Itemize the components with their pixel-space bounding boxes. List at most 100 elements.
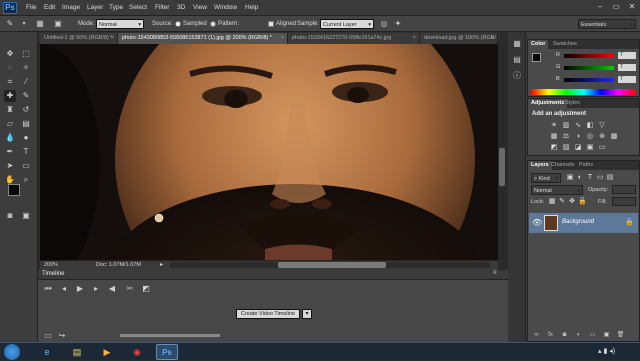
color-balance-icon[interactable]: ⚖	[562, 133, 570, 141]
crop-icon[interactable]: ⌗	[4, 76, 16, 88]
tab-styles[interactable]: Styles	[562, 99, 583, 108]
tray-icons[interactable]: ▴ ▮ ◂)	[598, 347, 615, 355]
history-panel-icon[interactable]: ▦	[511, 38, 523, 50]
file-explorer-icon[interactable]: ▤	[66, 344, 88, 360]
fg-color-chip[interactable]	[532, 53, 541, 62]
close-icon[interactable]: ✕	[624, 0, 640, 14]
add-mask-icon[interactable]: ◙	[560, 331, 569, 339]
eraser-icon[interactable]: ▱	[4, 118, 16, 130]
vertical-scroll-thumb[interactable]	[499, 148, 505, 186]
first-frame-icon[interactable]: ⏮	[42, 283, 54, 295]
media-player-icon[interactable]: ▶	[96, 344, 118, 360]
scissors-icon[interactable]: ✂	[124, 283, 136, 295]
transition-icon[interactable]: ◩	[140, 283, 152, 295]
layer-style-icon[interactable]: fx	[546, 331, 555, 339]
channel-mixer-icon[interactable]: ⊛	[598, 133, 606, 141]
r-value[interactable]: 7	[618, 52, 636, 59]
new-adjustment-icon[interactable]: ◐	[574, 331, 583, 339]
hue-saturation-icon[interactable]: ▦	[550, 133, 558, 141]
exposure-icon[interactable]: ◧	[586, 122, 594, 130]
blend-mode-dropdown[interactable]: Normal	[531, 185, 583, 196]
brush-panel-icon[interactable]: ▦	[34, 18, 46, 30]
black-white-icon[interactable]: ◑	[574, 133, 582, 141]
chrome-icon[interactable]: ◉	[126, 344, 148, 360]
gradient-map-icon[interactable]: ▭	[598, 144, 606, 152]
r-slider[interactable]	[564, 54, 614, 58]
brush-size-icon[interactable]: ▾	[18, 18, 30, 30]
brightness-icon[interactable]: ☀	[550, 122, 558, 130]
timeline-options-icon[interactable]: ▾	[302, 309, 312, 319]
threshold-icon[interactable]: ◪	[574, 144, 582, 152]
start-button-icon[interactable]	[4, 344, 20, 360]
minimize-icon[interactable]: –	[592, 0, 608, 14]
play-icon[interactable]: ▶	[74, 283, 86, 295]
b-slider[interactable]	[564, 78, 614, 82]
link-layers-icon[interactable]: ∞	[532, 331, 541, 339]
clone-stamp-icon[interactable]: ✎	[4, 18, 16, 30]
quick-mask-icon[interactable]: ◙	[4, 210, 16, 222]
next-frame-icon[interactable]: ▸	[90, 283, 102, 295]
gradient-icon[interactable]: ▤	[20, 118, 32, 130]
sampled-radio[interactable]	[175, 21, 181, 27]
zoom-icon[interactable]: ⌕	[20, 174, 32, 186]
selective-color-icon[interactable]: ▣	[586, 144, 594, 152]
opacity-field[interactable]	[612, 185, 636, 194]
color-spectrum[interactable]	[531, 89, 636, 95]
menu-3d[interactable]: 3D	[177, 3, 185, 13]
eyedropper-icon[interactable]: ⁄	[20, 76, 32, 88]
prev-frame-icon[interactable]: ◂	[58, 283, 70, 295]
filter-adjustment-icon[interactable]: ◐	[576, 174, 584, 182]
properties-panel-icon[interactable]: ▤	[511, 54, 523, 66]
close-tab-icon[interactable]: ×	[413, 33, 416, 44]
visibility-eye-icon[interactable]: 👁	[532, 218, 542, 227]
tab-color[interactable]: Color	[528, 40, 549, 49]
invert-icon[interactable]: ◩	[550, 144, 558, 152]
internet-explorer-icon[interactable]: e	[36, 344, 58, 360]
sample-dropdown[interactable]: Current Layer	[320, 19, 374, 30]
image-canvas[interactable]	[40, 44, 498, 260]
curves-icon[interactable]: ∿	[574, 122, 582, 130]
delete-layer-icon[interactable]: 🗑	[616, 331, 625, 339]
workspace-dropdown[interactable]: Essentials	[578, 19, 636, 30]
close-tab-icon[interactable]: ×	[111, 33, 114, 44]
layer-row-background[interactable]: 👁 Background 🔒	[529, 213, 638, 233]
lock-position-icon[interactable]: ✥	[568, 198, 576, 206]
pen-icon[interactable]: ✒	[4, 146, 16, 158]
tab-photo-active[interactable]: photo-1543080853-556086153871 (1).jpg @ …	[118, 33, 288, 44]
blur-icon[interactable]: 💧	[4, 132, 16, 144]
lock-pixels-icon[interactable]: ✎	[558, 198, 566, 206]
layer-filter-dropdown[interactable]: ⌕ Kind	[531, 173, 561, 184]
filter-pixel-icon[interactable]: ▣	[566, 174, 574, 182]
panel-menu-icon[interactable]: ≡	[493, 270, 497, 276]
history-brush-icon[interactable]: ↺	[20, 104, 32, 116]
tab-swatches[interactable]: Swatches	[550, 40, 580, 49]
zoom-level[interactable]: 200%	[44, 262, 58, 268]
marquee-icon[interactable]: ⬚	[20, 48, 32, 60]
horizontal-scroll-thumb[interactable]	[278, 262, 386, 268]
photoshop-taskbar-icon[interactable]: Ps	[156, 344, 178, 360]
tab-photo-2[interactable]: photo-1529416227270-05ffe151a74c.jpg ×	[288, 33, 420, 44]
render-icon[interactable]: ↪	[56, 330, 68, 342]
new-layer-icon[interactable]: ▣	[602, 331, 611, 339]
menu-file[interactable]: File	[26, 3, 36, 13]
g-slider[interactable]	[564, 66, 614, 70]
healing-icon[interactable]: ✚	[4, 90, 16, 102]
lasso-icon[interactable]: ◌	[4, 62, 16, 74]
status-menu-icon[interactable]: ▸	[160, 261, 163, 268]
clone-stamp-tool-icon[interactable]: ♜	[4, 104, 16, 116]
pattern-radio[interactable]	[210, 21, 216, 27]
quick-select-icon[interactable]: ✧	[20, 62, 32, 74]
color-lookup-icon[interactable]: ▩	[610, 133, 618, 141]
menu-edit[interactable]: Edit	[44, 3, 55, 13]
fill-field[interactable]	[612, 197, 636, 206]
timeline-zoom-slider[interactable]	[120, 334, 220, 337]
info-panel-icon[interactable]: ⓘ	[511, 70, 523, 82]
tab-paths[interactable]: Paths	[576, 161, 596, 170]
g-value[interactable]: 7	[618, 64, 636, 71]
move-icon[interactable]: ✥	[4, 48, 16, 60]
filter-smart-icon[interactable]: ▤	[606, 174, 614, 182]
brush-icon[interactable]: ✎	[20, 90, 32, 102]
vibrance-icon[interactable]: ▽	[598, 122, 606, 130]
path-select-icon[interactable]: ➤	[4, 160, 16, 172]
posterize-icon[interactable]: ▨	[562, 144, 570, 152]
